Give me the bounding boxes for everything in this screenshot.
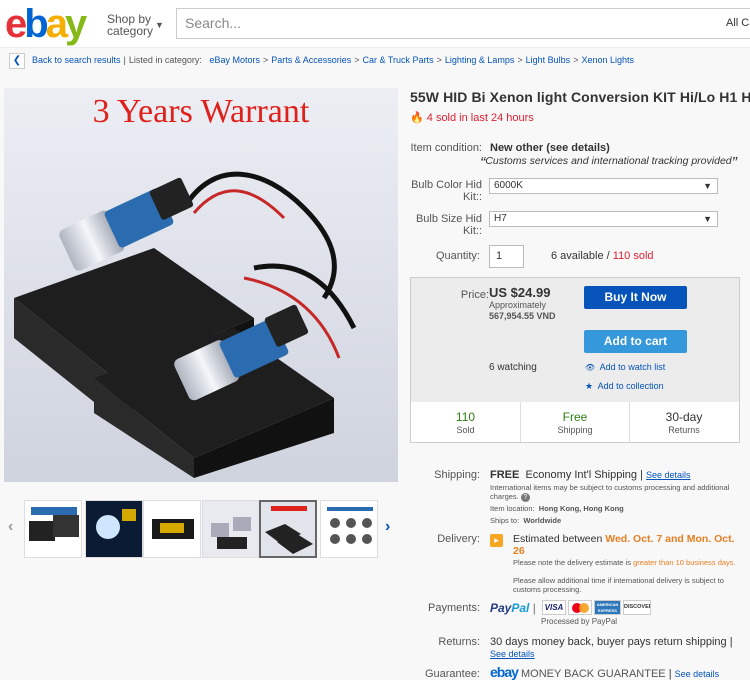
thumbnail[interactable]	[320, 500, 378, 558]
breadcrumb-item[interactable]: Lighting & Lamps	[445, 55, 515, 65]
shipping-label: Shipping:	[434, 469, 480, 481]
delivery-label: Delivery:	[437, 533, 480, 545]
thumbnail-selected[interactable]	[259, 500, 317, 558]
approx-label: Approximately	[489, 300, 547, 310]
condition-label: Item condition:	[410, 142, 482, 154]
breadcrumb: ❮ Back to search results | Listed in catego…	[9, 51, 634, 69]
availability: 6 available / 110 sold	[551, 250, 654, 262]
delivery-note-2: Please allow additional time if internat…	[513, 576, 724, 594]
breadcrumb-item[interactable]: Car & Truck Parts	[363, 55, 434, 65]
returns-label: Returns:	[438, 636, 480, 648]
shop-by-category-button[interactable]: Shop by category ▼	[107, 13, 164, 37]
back-to-search-link[interactable]: Back to search results	[32, 55, 121, 65]
guarantee-label: Guarantee:	[424, 668, 480, 680]
bulb-size-label: Bulb Size Hid Kit::	[415, 213, 482, 237]
price-label: Price:	[460, 289, 489, 301]
condition-value[interactable]: New other (see details)	[490, 142, 610, 154]
add-to-watch-list-link[interactable]: 👁 Add to watch list	[585, 362, 665, 372]
quantity-label: Quantity:	[435, 250, 480, 262]
processed-by: Processed by PayPal	[541, 617, 618, 626]
buy-it-now-button[interactable]: Buy It Now	[584, 286, 687, 309]
watching-count: 6 watching	[489, 362, 537, 373]
bulb-size-select[interactable]: H7 ▼	[489, 211, 718, 227]
returns-see-details-link[interactable]: See details	[490, 649, 535, 659]
back-arrow-icon[interactable]: ❮	[9, 52, 25, 69]
thumbnail[interactable]	[143, 500, 201, 558]
payments-label: Payments:	[428, 602, 480, 614]
breadcrumb-item[interactable]: Parts & Accessories	[271, 55, 351, 65]
stat-shipping: Free Shipping	[520, 402, 629, 442]
bulb-color-label: Bulb Color Hid Kit::	[411, 179, 482, 203]
breadcrumb-item[interactable]: Xenon Lights	[581, 55, 634, 65]
fire-icon: 🔥	[410, 112, 424, 124]
discover-icon: DISCOVER	[623, 600, 651, 615]
approx-value: 567,954.55 VND	[489, 311, 556, 321]
paypal-logo: PayPal |	[490, 601, 536, 615]
chevron-down-icon: ▼	[155, 20, 164, 30]
delivery-icon: ▸	[490, 534, 503, 547]
mastercard-icon	[568, 600, 592, 615]
stat-sold: 110 Sold	[455, 410, 476, 435]
breadcrumb-item[interactable]: eBay Motors	[209, 55, 260, 65]
recent-sales: 🔥 4 sold in last 24 hours	[410, 112, 534, 124]
breadcrumb-item[interactable]: Light Bulbs	[526, 55, 571, 65]
thumbnail[interactable]	[202, 500, 260, 558]
help-icon[interactable]: ?	[520, 493, 530, 502]
returns-policy: 30 days money back, buyer pays return sh…	[490, 636, 733, 648]
amex-icon: AMERICAN EXPRESS	[594, 600, 621, 615]
visa-icon: VISA	[542, 600, 566, 615]
delivery-estimate: Estimated between Wed. Oct. 7 and Mon. O…	[513, 533, 735, 557]
shipping-see-details-link[interactable]: See details	[646, 470, 691, 480]
chevron-left-icon[interactable]: ‹	[8, 518, 13, 536]
item-location: Item location: Hong Kong, Hong Kong	[490, 504, 624, 513]
thumbnail[interactable]	[85, 500, 143, 558]
shipping-value: FREE Economy Int'l Shipping | See detail…	[490, 469, 691, 481]
item-title: 55W HID Bi Xenon light Conversion KIT Hi…	[410, 89, 750, 105]
star-icon: ★	[585, 381, 594, 391]
warranty-banner: 3 Years Warrant	[93, 93, 310, 130]
ships-to: Ships to: Worldwide	[490, 516, 562, 525]
add-to-cart-button[interactable]: Add to cart	[584, 330, 687, 353]
price-value: US $24.99	[489, 285, 551, 300]
buy-box: Price: US $24.99 Approximately 567,954.5…	[410, 277, 740, 443]
shipping-note: International items may be subject to cu…	[490, 483, 730, 502]
category-select[interactable]: All Ca	[720, 8, 750, 39]
ebay-logo[interactable]: ebay	[5, 2, 87, 46]
add-to-collection-link[interactable]: ★ Add to collection	[585, 381, 664, 392]
main-product-image[interactable]: 3 Years Warrant	[4, 88, 398, 482]
bulb-color-select[interactable]: 6000K ▼	[489, 178, 718, 194]
thumbnail-strip: ‹ ›	[4, 498, 398, 560]
quantity-input[interactable]: 1	[489, 245, 524, 268]
eye-icon: 👁	[585, 363, 596, 372]
condition-note: “Customs services and international trac…	[480, 155, 737, 172]
chevron-right-icon[interactable]: ›	[385, 518, 390, 536]
stat-returns: 30-day Returns	[629, 402, 738, 442]
delivery-note: Please note the delivery estimate is gre…	[513, 558, 736, 567]
thumbnail[interactable]	[24, 500, 82, 558]
dropdown-arrow-icon: ▼	[703, 214, 712, 224]
search-input[interactable]: Search...	[176, 8, 721, 39]
dropdown-arrow-icon: ▼	[703, 181, 712, 191]
header: ebay Shop by category ▼ Search... All Ca	[0, 0, 750, 48]
